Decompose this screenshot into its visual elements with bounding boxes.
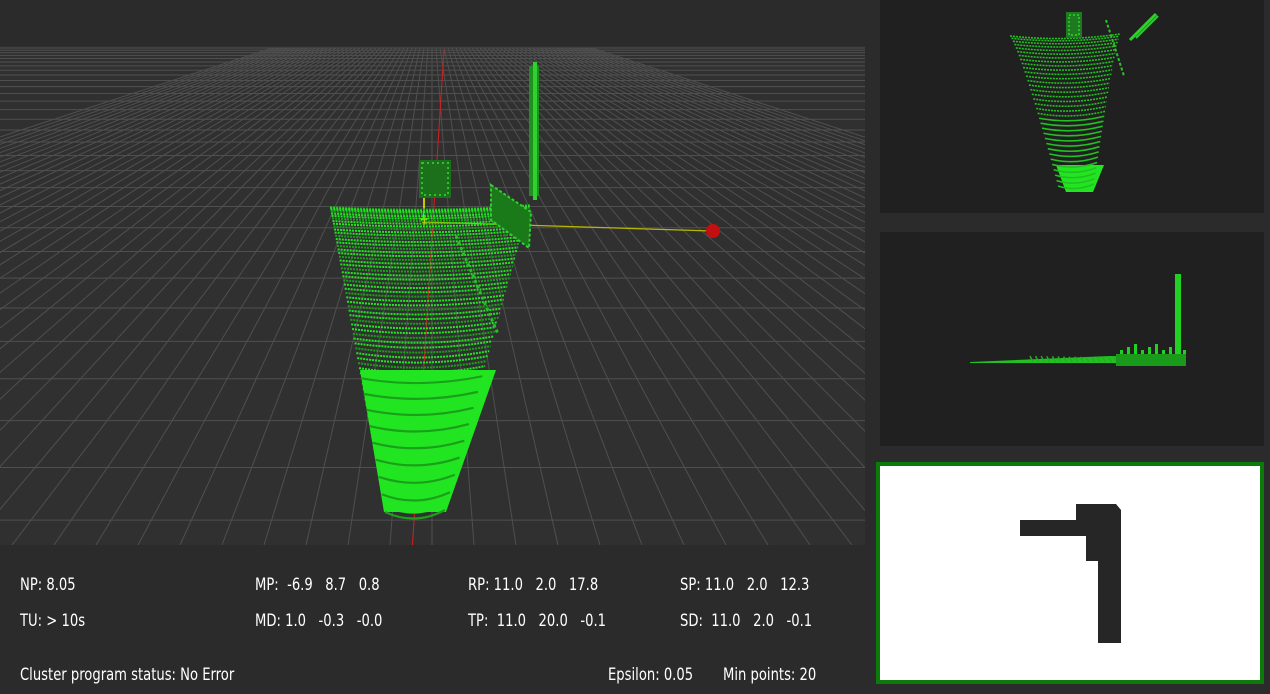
mp-value: MP: -6.9 8.7 0.8 (255, 575, 380, 595)
point-cloud-3d-view[interactable] (0, 0, 865, 545)
md-value: MD: 1.0 -0.3 -0.0 (255, 611, 383, 631)
sd-value: SD: 11.0 2.0 -0.1 (680, 611, 813, 631)
side-view-panel[interactable] (880, 232, 1264, 446)
cluster-mask-view (876, 462, 1264, 684)
cluster-status-text: Cluster program status: No Error (20, 665, 235, 685)
tu-value: TU: > 10s (20, 611, 86, 631)
target-marker (706, 224, 720, 238)
epsilon-value: Epsilon: 0.05 (608, 665, 694, 685)
np-value: NP: 8.05 (20, 575, 76, 595)
min-points-value: Min points: 20 (723, 665, 817, 685)
top-view-panel[interactable] (880, 0, 1264, 213)
object-cluster (419, 160, 451, 198)
tp-value: TP: 11.0 20.0 -0.1 (468, 611, 607, 631)
sp-value: SP: 11.0 2.0 12.3 (680, 575, 810, 595)
top-view-cloud (1009, 33, 1121, 192)
pole-cluster (529, 62, 539, 200)
mask-shape (1020, 504, 1121, 643)
rp-value: RP: 11.0 2.0 17.8 (468, 575, 599, 595)
